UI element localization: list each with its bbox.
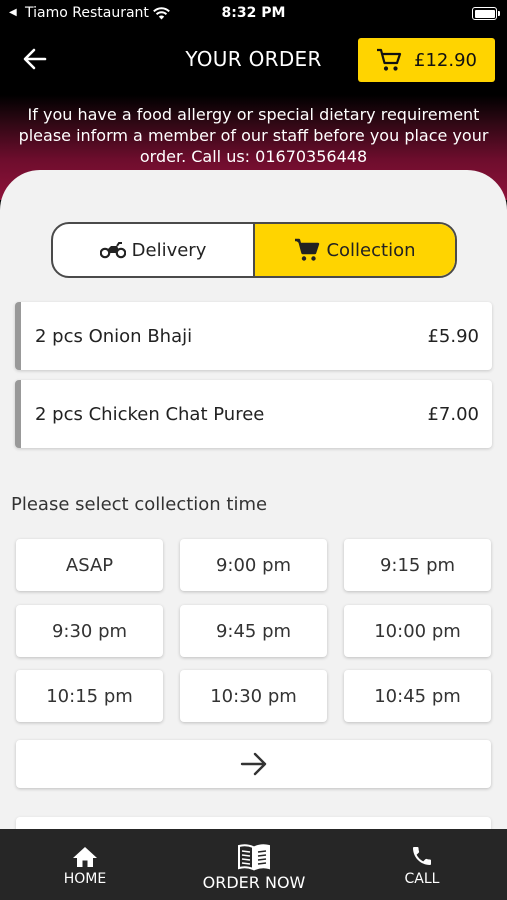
delivery-label: Delivery (131, 239, 207, 261)
arrow-right-icon (240, 752, 266, 776)
header: YOUR ORDER £12.90 (0, 32, 507, 87)
time-slot-button[interactable]: 9:45 pm (180, 605, 327, 657)
time-slot-button[interactable]: 9:00 pm (180, 539, 327, 591)
nav-call-label: CALL (404, 871, 440, 887)
cart-button[interactable]: £12.90 (358, 38, 495, 82)
nav-home[interactable]: HOME (44, 829, 126, 900)
book-icon (238, 844, 270, 871)
collection-label: Collection (326, 239, 416, 261)
time-slot-button[interactable]: 10:30 pm (180, 670, 327, 722)
collection-time-label: Please select collection time (11, 494, 268, 515)
nav-order-now[interactable]: ORDER NOW (186, 829, 322, 900)
order-item[interactable]: 2 pcs Onion Bhaji £5.90 (15, 302, 492, 370)
order-item[interactable]: 2 pcs Chicken Chat Puree £7.00 (15, 380, 492, 448)
time-slot-button[interactable]: 10:00 pm (344, 605, 491, 657)
home-icon (73, 847, 97, 867)
more-times-button[interactable] (16, 740, 491, 788)
order-panel: Delivery Collection 2 pcs Onion Bhaji £5… (0, 170, 507, 840)
delivery-option[interactable]: Delivery (53, 224, 253, 276)
cart-icon (377, 48, 402, 71)
nav-call[interactable]: CALL (386, 829, 458, 900)
status-time: 8:32 PM (221, 5, 286, 21)
motorbike-icon (99, 242, 126, 259)
time-slot-button[interactable]: ASAP (16, 539, 163, 591)
time-slot-button[interactable]: 9:30 pm (16, 605, 163, 657)
cart-icon (295, 238, 320, 261)
nav-order-now-label: ORDER NOW (202, 873, 306, 892)
time-slot-button[interactable]: 10:15 pm (16, 670, 163, 722)
bottom-nav: HOME ORDER NOW CALL (0, 829, 507, 900)
collection-option[interactable]: Collection (253, 224, 455, 276)
nav-home-label: HOME (63, 871, 107, 887)
allergy-notice: If you have a food allergy or special di… (18, 105, 489, 166)
cart-total: £12.90 (414, 49, 477, 71)
time-slot-button[interactable]: 10:45 pm (344, 670, 491, 722)
phone-icon (413, 847, 431, 865)
status-bar: ◀ Tiamo Restaurant 8:32 PM (0, 0, 507, 30)
order-item-price: £7.00 (427, 403, 479, 425)
order-type-toggle: Delivery Collection (51, 222, 457, 278)
order-item-price: £5.90 (427, 325, 479, 347)
order-item-name: 2 pcs Chicken Chat Puree (35, 403, 265, 425)
battery-icon (472, 7, 500, 20)
order-item-name: 2 pcs Onion Bhaji (35, 325, 193, 347)
time-slot-button[interactable]: 9:15 pm (344, 539, 491, 591)
